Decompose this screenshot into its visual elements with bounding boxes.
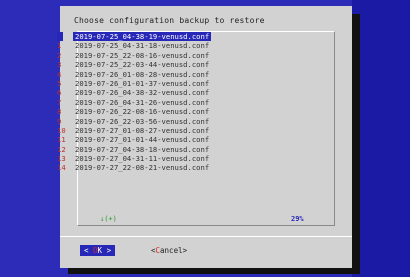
menu-item-index: 5 [57, 78, 62, 88]
menu-item-filename: 2019-07-25_22-03-44-venusd.conf [75, 60, 210, 70]
menu-item-index: 0 [57, 32, 63, 42]
ok-label-rest: K [97, 246, 103, 255]
cancel-label-rest: ancel [160, 246, 183, 255]
menu-item-filename: 2019-07-27_22-08-21-venusd.conf [75, 163, 210, 173]
menu-item-index: 10 [57, 125, 66, 135]
menu-item[interactable]: 6 2019-07-26_04-38-32-venusd.conf [57, 88, 211, 97]
menu-item[interactable]: 0 2019-07-25_04-38-19-venusd.conf [57, 32, 212, 42]
menu-item-filename: 2019-07-27_04-38-18-venusd.conf [75, 144, 210, 154]
menu-item-filename: 2019-07-26_01-01-37-venusd.conf [75, 78, 210, 88]
menu-item-filename: 2019-07-27_01-01-44-venusd.conf [75, 135, 210, 145]
menu-item-filename: 2019-07-26_04-31-26-venusd.conf [75, 97, 210, 107]
terminal-background [352, 0, 410, 277]
menu-item-filename: 2019-07-26_22-08-16-venusd.conf [75, 107, 210, 117]
menu-item-index: 14 [57, 163, 66, 173]
menu-item[interactable]: 7 2019-07-26_04-31-26-venusd.conf [57, 98, 211, 107]
more-items-indicator: ↓(+) [100, 215, 117, 223]
menu-item-index: 1 [57, 41, 62, 51]
menu-item[interactable]: 11 2019-07-27_01-01-44-venusd.conf [57, 135, 211, 144]
backup-list: 0 2019-07-25_04-38-19-venusd.conf 1 2019-07… [57, 32, 212, 173]
menu-item-index: 3 [57, 60, 62, 70]
menu-item-filename: 2019-07-27_01-08-27-venusd.conf [75, 125, 210, 135]
menu-item[interactable]: 10 2019-07-27_01-08-27-venusd.conf [57, 126, 211, 135]
menu-item-index: 11 [57, 135, 66, 145]
dialog-title: Choose configuration backup to restore [74, 16, 265, 25]
menu-item-index: 4 [57, 69, 62, 79]
menu-item-index: 9 [57, 116, 62, 126]
menu-item-filename: 2019-07-27_04-31-11-venusd.conf [75, 154, 210, 164]
menu-item[interactable]: 8 2019-07-26_22-08-16-venusd.conf [57, 107, 211, 116]
menu-item-index: 13 [57, 154, 66, 164]
button-divider [60, 236, 352, 237]
cancel-button[interactable]: <Cancel> [151, 245, 187, 256]
menu-item-index: 6 [57, 88, 62, 98]
menu-item-filename: 2019-07-26_04-38-32-venusd.conf [75, 88, 210, 98]
menu-item-filename: 2019-07-26_22-03-56-venusd.conf [75, 116, 210, 126]
menu-item[interactable]: 2 2019-07-25_22-08-16-venusd.conf [57, 51, 211, 60]
menu-item-filename: 2019-07-25_04-38-19-venusd.conf [73, 32, 212, 42]
menu-item[interactable]: 14 2019-07-27_22-08-21-venusd.conf [57, 163, 211, 172]
menu-item[interactable]: 1 2019-07-25_04-31-18-venusd.conf [57, 41, 211, 50]
menu-item-index: 2 [57, 50, 62, 60]
menu-item-filename: 2019-07-25_04-31-18-venusd.conf [75, 41, 210, 51]
menu-item-filename: 2019-07-25_22-08-16-venusd.conf [75, 50, 210, 60]
menu-item-index: 12 [57, 144, 66, 154]
menu-item[interactable]: 5 2019-07-26_01-01-37-venusd.conf [57, 79, 211, 88]
menu-item[interactable]: 3 2019-07-25_22-03-44-venusd.conf [57, 60, 211, 69]
menu-item-index: 7 [57, 97, 62, 107]
ok-button[interactable]: < OK > [80, 245, 116, 256]
menu-item[interactable]: 13 2019-07-27_04-31-11-venusd.conf [57, 154, 211, 163]
menu-item-index: 8 [57, 107, 62, 117]
menu-item-filename: 2019-07-26_01-08-28-venusd.conf [75, 69, 210, 79]
menu-item[interactable]: 9 2019-07-26_22-03-56-venusd.conf [57, 117, 211, 126]
scroll-percent: 29% [291, 215, 304, 223]
menu-item[interactable]: 4 2019-07-26_01-08-28-venusd.conf [57, 70, 211, 79]
menu-item[interactable]: 12 2019-07-27_04-38-18-venusd.conf [57, 145, 211, 154]
